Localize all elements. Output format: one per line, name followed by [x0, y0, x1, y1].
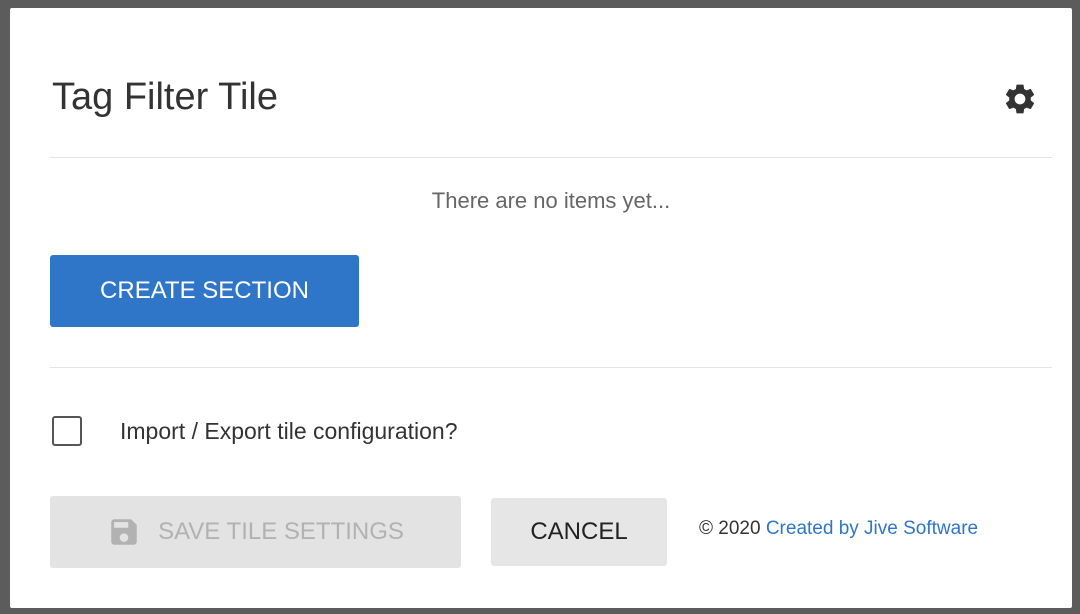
- empty-state-message: There are no items yet...: [431, 188, 671, 213]
- gear-icon: [1005, 84, 1035, 114]
- cancel-button[interactable]: CANCEL: [491, 498, 667, 566]
- save-tile-settings-button[interactable]: SAVE TILE SETTINGS: [50, 496, 461, 568]
- tile-settings-dialog: Tag Filter Tile There are no items yet..…: [10, 8, 1072, 608]
- save-button-label: SAVE TILE SETTINGS: [158, 518, 404, 545]
- dialog-header: Tag Filter Tile: [50, 74, 1052, 132]
- floppy-disk-icon: [107, 515, 141, 549]
- footer-credit: © 2020 Created by Jive Software: [699, 518, 978, 540]
- import-export-label[interactable]: Import / Export tile configuration?: [120, 418, 458, 445]
- create-section-button[interactable]: CREATE SECTION: [50, 255, 359, 327]
- jive-software-link[interactable]: Created by Jive Software: [766, 518, 978, 539]
- settings-button[interactable]: [1000, 79, 1040, 119]
- dialog-title: Tag Filter Tile: [52, 76, 278, 118]
- import-export-option: Import / Export tile configuration?: [52, 411, 458, 451]
- header-divider: [50, 157, 1052, 158]
- modal-backdrop: Tag Filter Tile There are no items yet..…: [0, 0, 1080, 614]
- section-divider: [50, 367, 1052, 368]
- import-export-checkbox[interactable]: [52, 416, 82, 446]
- copyright-text: © 2020: [699, 518, 761, 539]
